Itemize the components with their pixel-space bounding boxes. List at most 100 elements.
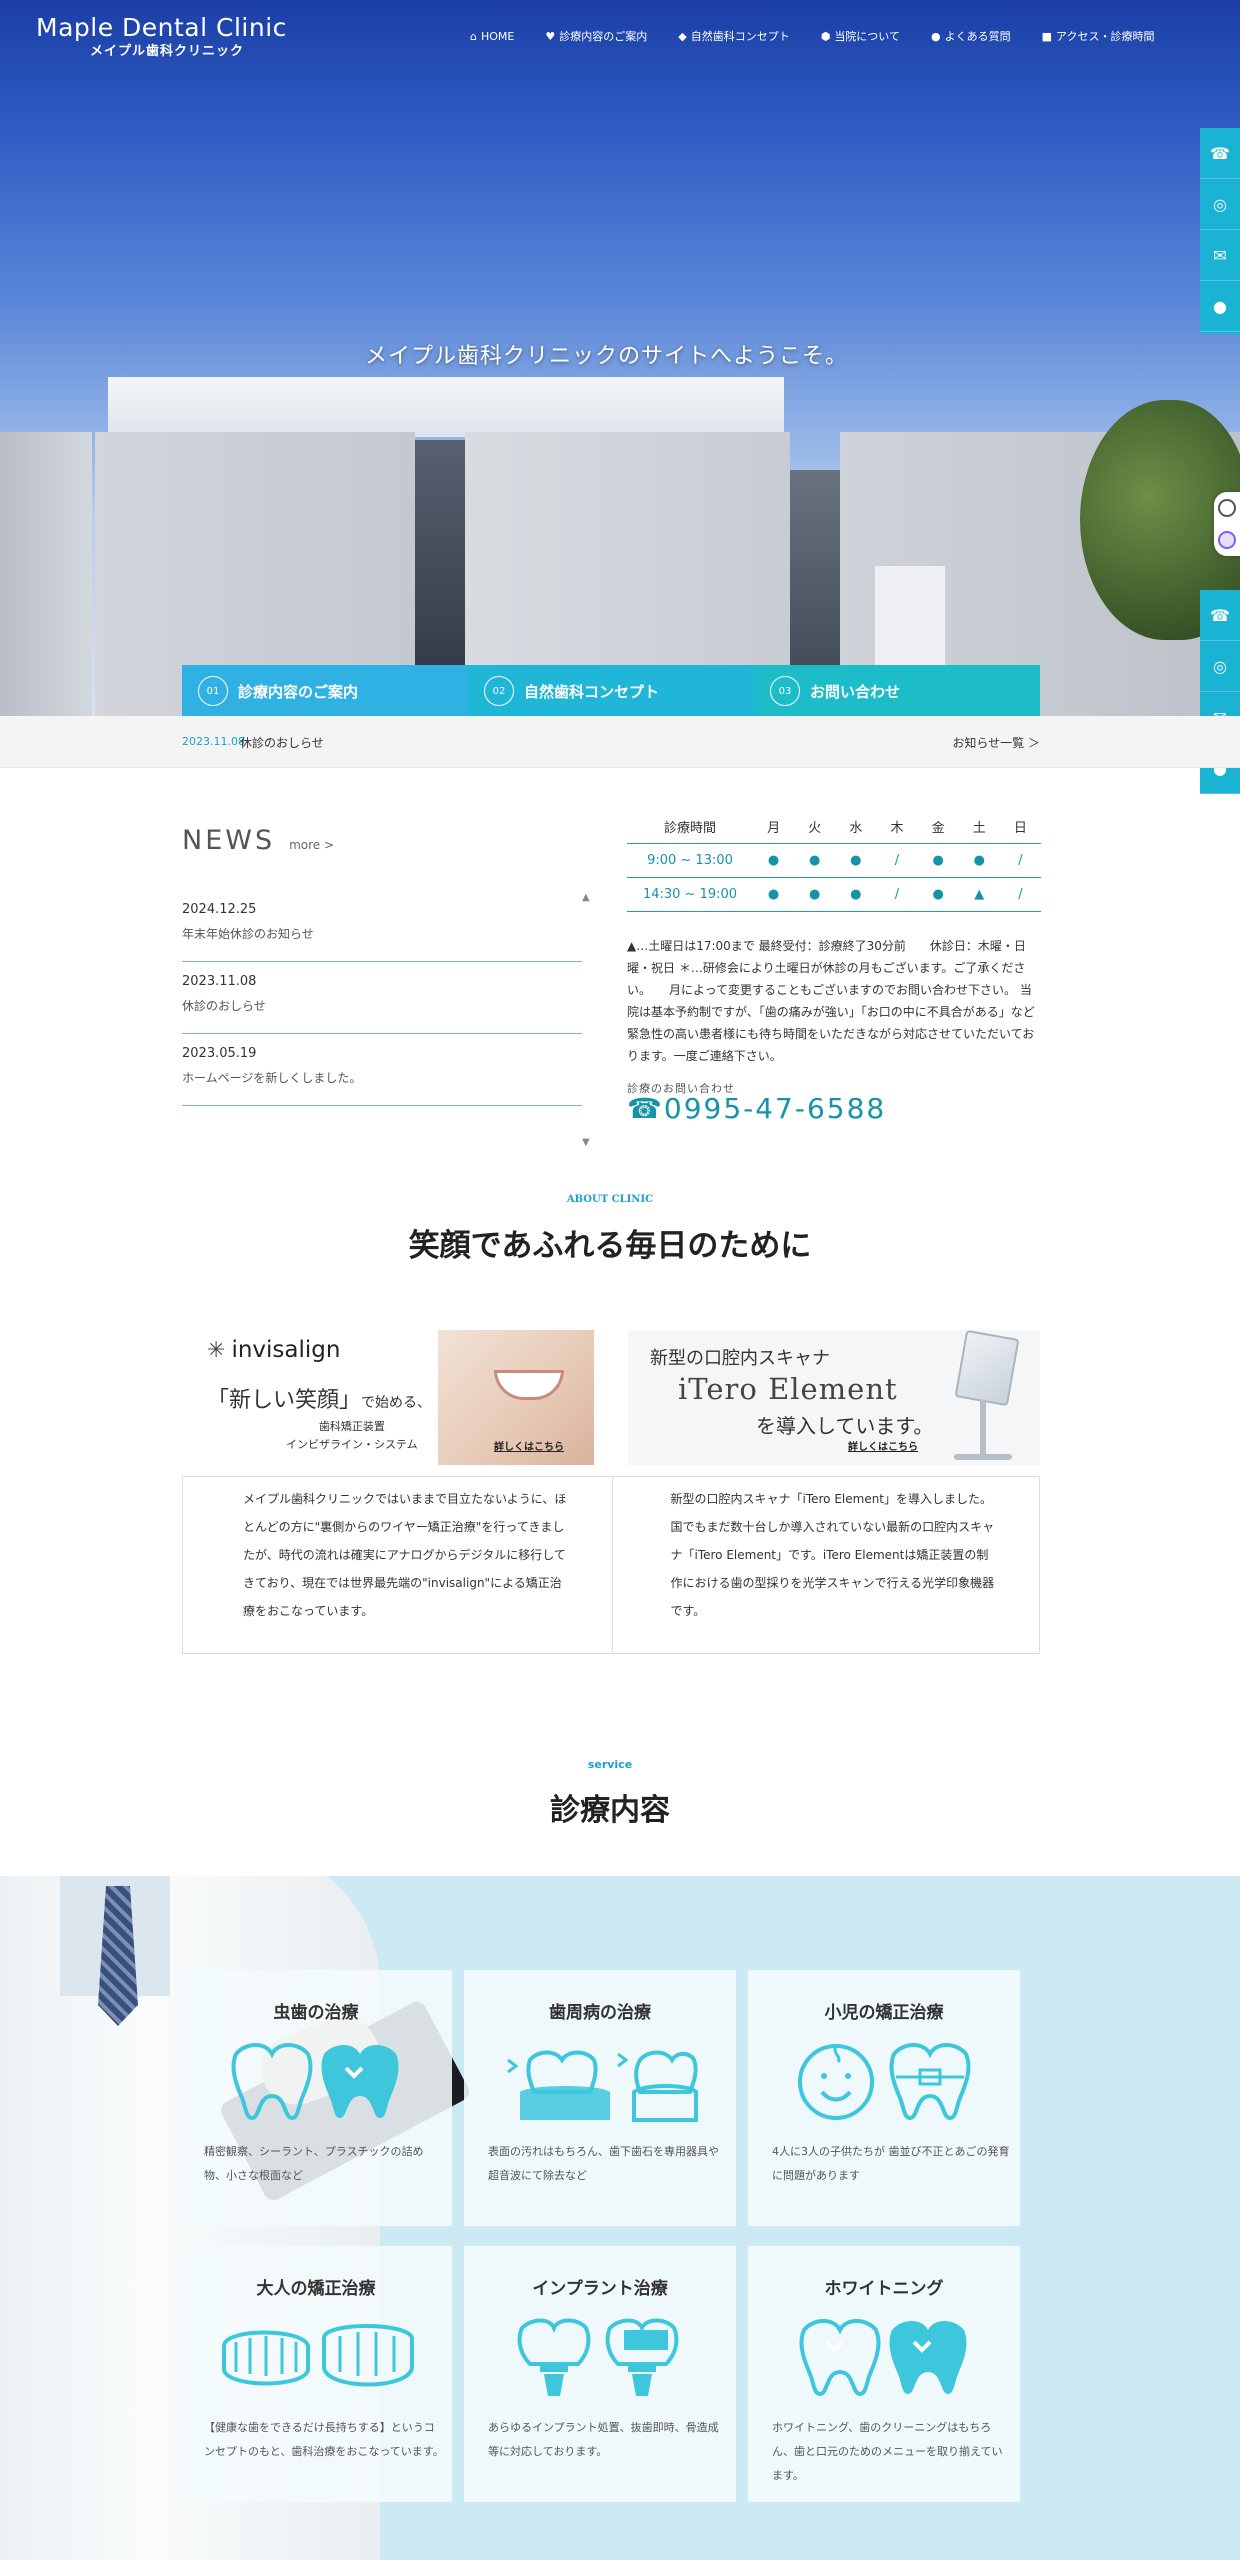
scroll-down-icon[interactable]: ▼ (582, 1137, 590, 1148)
schedule-cell: ● (809, 887, 821, 902)
subtitle-line: 歯科矯正装置 (318, 1420, 385, 1433)
schedule-cell: ● (850, 887, 862, 902)
schedule-cell: 日 (1013, 821, 1027, 836)
news-item[interactable]: 2023.11.08 休診のおしらせ (182, 962, 582, 1034)
card-text: ホワイトニング、歯のクリーニングはもちろん、歯と口元のためのメニューを取り揃えて… (772, 2421, 1003, 2482)
schedule-note: ▲…土曜日は17:00まで 最終受付：診療終了30分前 休診日：木曜・日曜・祝日… (627, 939, 1035, 1063)
about-heading: 笑顔であふれる毎日のために (408, 1228, 812, 1264)
cta-concept[interactable]: 02 自然歯科コンセプト (468, 665, 754, 717)
service-card[interactable]: 小児の矯正治療 4人に3人の子供たちが 歯並び不正とあごの発育に問題があります (748, 1970, 1020, 2226)
schedule-cell: ● (932, 853, 944, 868)
nav-about[interactable]: ⬢ 当院について (821, 28, 900, 44)
news-item[interactable]: 2024.12.25 年末年始休診のお知らせ (182, 890, 582, 962)
headline-text: 「新しい笑顔」 (207, 1388, 362, 1413)
cta-contact[interactable]: 03 お問い合わせ (754, 665, 1040, 717)
schedule-cell: / (1018, 853, 1023, 868)
schedule-cell: ▲ (974, 887, 985, 902)
scroll-up-icon[interactable]: ▲ (582, 892, 590, 903)
hero: メイプル歯科クリニックのサイトへようこそ。 (0, 0, 1240, 716)
nav-label: 診療内容のご案内 (559, 30, 648, 43)
invisalign-detail-link[interactable]: 詳しくはこちら (494, 1438, 564, 1453)
home-icon: ⌂ (470, 29, 477, 43)
phone-icon[interactable]: ☎ (1200, 590, 1240, 641)
card-title: インプラント治療 (532, 2279, 668, 2299)
schedule-cell: 木 (890, 821, 904, 836)
invisalign-subtitle: 歯科矯正装置インビザライン・システム (286, 1418, 418, 1454)
schedule-cell: 火 (808, 821, 822, 836)
schedule-cell: ● (850, 853, 862, 868)
nav-faq[interactable]: ● よくある質問 (931, 28, 1011, 44)
schedule-cell: / (894, 887, 900, 902)
scanner-stand (980, 1400, 986, 1458)
child-braces-icon (748, 2040, 1020, 2124)
itero-detail-link[interactable]: 詳しくはこちら (848, 1438, 918, 1453)
cta-number: 01 (198, 676, 228, 706)
nav-label: HOME (480, 29, 515, 43)
service-card[interactable]: 大人の矯正治療 【健康な歯をできるだけ長持ちする】というコンセプトのもと、歯科治… (180, 2246, 452, 2502)
card-text: 精密観察、シーラント、プラスチックの詰め物、小さな根面など (204, 2145, 424, 2182)
phone-number-link[interactable]: ☎0995-47-6588 (627, 1092, 886, 1125)
instagram-icon[interactable]: ◎ (1200, 179, 1240, 230)
itero-banner[interactable]: 新型の口腔内スキャナ iTero Element を導入しています。 詳しくはこ… (628, 1329, 1040, 1465)
schedule-cell: 14:30 ~ 19:00 (642, 887, 738, 902)
ticker-link[interactable]: 休診のおしらせ (240, 734, 324, 751)
nav-access[interactable]: ■ アクセス・診療時間 (1042, 28, 1155, 44)
scanner-device-icon (928, 1329, 1033, 1465)
hero-cta-bar: 01 診療内容のご案内 02 自然歯科コンセプト 03 お問い合わせ (182, 665, 1040, 717)
invisalign-star-icon: ✳ (207, 1337, 226, 1363)
instagram-icon[interactable]: ◎ (1200, 641, 1240, 692)
nav-home[interactable]: ⌂ HOME (470, 28, 514, 44)
invisalign-logo-text: invisalign (231, 1337, 341, 1363)
schedule-cell: 金 (931, 821, 945, 836)
phone-icon[interactable]: ☎ (1200, 128, 1240, 179)
cta-label: お問い合わせ (810, 682, 901, 701)
schedule-table: 診療時間 月 火 水 木 金 土 日 9:00 ~ 13:00 ● ● ● / … (627, 810, 1041, 912)
invisalign-logo: ✳ invisalign (207, 1337, 340, 1363)
invisalign-banner[interactable]: ✳ invisalign 「新しい笑顔」で始める、 歯科矯正装置インビザライン・シ… (182, 1330, 594, 1465)
chatbot-icon[interactable] (1218, 531, 1236, 549)
news-title: NEWS (182, 825, 276, 856)
news-date: 2023.05.19 (182, 1046, 257, 1061)
feature-descriptions: メイプル歯科クリニックではいままで目立たないように、ほとんどの方に"裏側からのワ… (182, 1476, 1040, 1654)
schedule-cell: / (894, 853, 900, 868)
news-text: ホームページを新しくしました。 (182, 1071, 362, 1085)
service-heading: 診療内容 (550, 1793, 670, 1828)
cta-number: 02 (484, 676, 514, 706)
grid-icon[interactable] (1218, 499, 1236, 517)
service-card[interactable]: 歯周病の治療 表面の汚れはもちろん、歯下歯石を専用器具や超音波にて除去など (464, 1970, 736, 2226)
nav-label: 自然歯科コンセプト (690, 30, 790, 43)
schedule-cell: 水 (849, 821, 863, 836)
itero-description: 新型の口腔内スキャナ「iTero Element」を導入しました。国でもまだ数十… (611, 1477, 1040, 1653)
schedule-cell: / (1018, 887, 1023, 902)
schedule-cell: ● (932, 887, 944, 902)
tooth-icon: ◆ (678, 29, 687, 43)
nav-services[interactable]: ♥ 診療内容のご案内 (545, 28, 647, 44)
ticker-date: 2023.11.08 (182, 735, 245, 748)
invisalign-headline: 「新しい笑顔」で始める、 (207, 1382, 431, 1414)
service-card[interactable]: インプラント治療 あらゆるインプラント処置、抜歯即時、骨造成等に対応しております… (464, 2246, 736, 2502)
news-item[interactable]: 2023.05.19 ホームページを新しくしました。 (182, 1034, 582, 1106)
location-icon[interactable]: ● (1200, 281, 1240, 332)
news-more-link[interactable]: more > (289, 838, 334, 852)
service-card[interactable]: 虫歯の治療 精密観察、シーラント、プラスチックの詰め物、小さな根面など (180, 1970, 452, 2226)
schedule-cell: ● (973, 853, 985, 868)
logo-subtext: メイプル歯科クリニック (90, 44, 245, 59)
schedule-cell: 月 (767, 821, 781, 836)
schedule-cell: 土 (972, 821, 986, 836)
mail-icon[interactable]: ✉ (1200, 230, 1240, 281)
card-text: あらゆるインプラント処置、抜歯即時、骨造成等に対応しております。 (488, 2421, 719, 2458)
house-icon: ⬢ (820, 29, 831, 43)
hero-title: メイプル歯科クリニックのサイトへようこそ。 (364, 344, 848, 369)
nav-concept[interactable]: ◆ 自然歯科コンセプト (678, 28, 789, 44)
subtitle-line: インビザライン・システム (286, 1438, 418, 1451)
news-list-link[interactable]: お知らせ一覧 ＞ (952, 734, 1040, 751)
scanner-screen (954, 1329, 1020, 1407)
implant-icon (464, 2316, 736, 2400)
schedule-cell: ● (809, 853, 821, 868)
hero-building (108, 377, 784, 437)
site-logo[interactable]: Maple Dental Clinic メイプル歯科クリニック (36, 14, 287, 60)
cta-services[interactable]: 01 診療内容のご案内 (182, 665, 468, 717)
news-date: 2024.12.25 (182, 902, 257, 917)
headline-suffix: で始める、 (361, 1395, 432, 1411)
service-card[interactable]: ホワイトニング ホワイトニング、歯のクリーニングはもちろん、歯と口元のためのメニ… (748, 2246, 1020, 2502)
